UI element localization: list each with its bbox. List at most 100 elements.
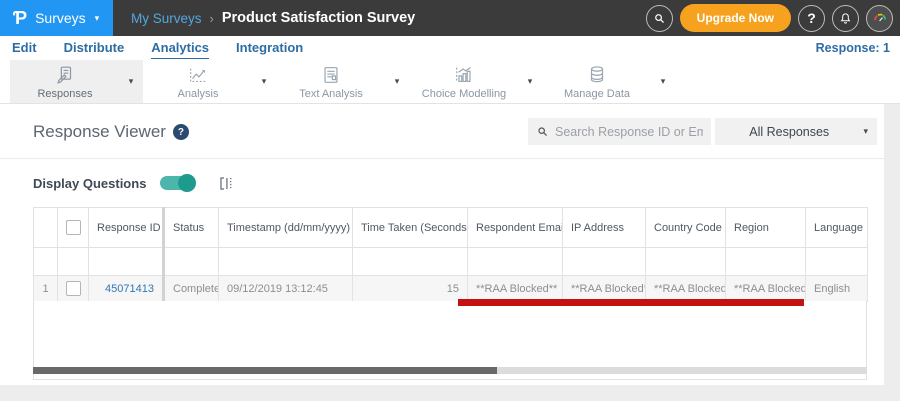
row-number-header: [33, 207, 58, 248]
toolbar-item-analysis: Analysis ▾: [143, 60, 276, 103]
search-input[interactable]: [555, 124, 703, 139]
col-header-response-id[interactable]: Response ID▼: [88, 207, 165, 248]
response-id-link[interactable]: 45071413: [88, 275, 165, 302]
response-viewer-page: { "glyphs": { "caret_down": "▾", "breadc…: [0, 0, 900, 401]
filter-cell[interactable]: [88, 247, 165, 276]
search-icon: [538, 127, 547, 136]
chevron-down-icon: ▾: [863, 126, 868, 136]
table-row: 1 45071413 Completed 09/12/2019 13:12:45…: [33, 275, 868, 302]
tab-integration[interactable]: Integration: [236, 38, 303, 58]
filter-cell[interactable]: [645, 247, 726, 276]
chevron-down-icon[interactable]: ▾: [253, 60, 275, 103]
topbar-actions: Upgrade Now ?: [645, 4, 900, 32]
filter-cell[interactable]: [725, 247, 806, 276]
tab-distribute[interactable]: Distribute: [64, 38, 125, 58]
surveys-menu[interactable]: Ƥ Surveys ▾: [0, 0, 113, 36]
tab-edit[interactable]: Edit: [12, 38, 37, 58]
chevron-down-icon[interactable]: ▾: [120, 60, 142, 103]
questionpro-logo: Ƥ: [13, 8, 28, 28]
chevron-down-icon[interactable]: ▾: [386, 60, 408, 103]
col-header-country-code[interactable]: Country Code: [645, 207, 726, 248]
filter-row: [33, 247, 868, 276]
col-header-respondent-email[interactable]: Respondent Email: [467, 207, 563, 248]
responses-filter-value: All Responses: [749, 124, 830, 139]
ip-address-cell: **RAA Blocked**: [562, 275, 646, 302]
surveys-menu-label: Surveys: [35, 10, 86, 26]
col-header-time-taken[interactable]: Time Taken (Seconds)⇅: [352, 207, 468, 248]
responses-table: Response ID▼ Status Timestamp (dd/mm/yyy…: [33, 207, 868, 302]
horizontal-scrollbar-thumb[interactable]: [33, 367, 497, 374]
analytics-toolbar: Responses ▾ Analysis ▾ Text Analysis ▾ C…: [0, 60, 900, 104]
response-search-box: [528, 118, 711, 145]
toggle-knob: [178, 174, 197, 192]
gauge-avatar-icon: [873, 13, 886, 22]
help-button[interactable]: ?: [798, 4, 825, 32]
page-title: Product Satisfaction Survey: [221, 10, 416, 26]
analysis-icon: [187, 64, 209, 86]
col-header-region[interactable]: Region: [725, 207, 806, 248]
responses-button[interactable]: Responses: [10, 60, 120, 103]
filter-cell: [33, 247, 58, 276]
chevron-down-icon[interactable]: ▾: [652, 60, 674, 103]
filter-cell[interactable]: [805, 247, 868, 276]
top-bar: Ƥ Surveys ▾ My Surveys › Product Satisfa…: [0, 0, 900, 36]
col-header-status[interactable]: Status: [163, 207, 219, 248]
time-taken-cell: 15: [352, 275, 468, 302]
search-icon: [654, 13, 664, 23]
avatar[interactable]: [866, 4, 893, 32]
response-count: Response: 1: [815, 41, 890, 55]
chevron-down-icon[interactable]: ▾: [519, 60, 541, 103]
filter-cell[interactable]: [562, 247, 646, 276]
breadcrumb: My Surveys › Product Satisfaction Survey: [131, 10, 415, 26]
tab-analytics[interactable]: Analytics: [151, 38, 210, 59]
breadcrumb-separator-icon: ›: [209, 10, 214, 26]
freeze-columns-button[interactable]: [218, 175, 235, 192]
breadcrumb-my-surveys[interactable]: My Surveys: [131, 11, 202, 26]
text-analysis-icon: [320, 64, 342, 86]
annotation-red-underline: [458, 299, 804, 306]
help-icon: ?: [807, 10, 816, 26]
filter-cell[interactable]: [467, 247, 563, 276]
search-button[interactable]: [645, 4, 673, 32]
freeze-columns-icon: [220, 176, 232, 190]
row-checkbox[interactable]: [66, 281, 81, 296]
bell-icon: [840, 12, 851, 24]
chevron-down-icon: ▾: [94, 12, 100, 23]
section-title: Response Viewer: [33, 122, 166, 141]
responses-icon: [54, 64, 76, 86]
response-viewer-panel: Response Viewer ? All Responses ▾ Displa…: [0, 104, 884, 385]
survey-nav-tabs: Edit Distribute Analytics Integration Re…: [0, 36, 900, 60]
toolbar-item-responses: Responses ▾: [10, 60, 143, 103]
filter-cell[interactable]: [218, 247, 353, 276]
notifications-button[interactable]: [832, 4, 859, 32]
responses-filter-dropdown[interactable]: All Responses ▾: [715, 118, 877, 145]
row-number: 1: [33, 275, 58, 302]
analysis-button[interactable]: Analysis: [143, 60, 253, 103]
select-all-cell: [57, 207, 89, 248]
choice-modelling-button[interactable]: Choice Modelling: [409, 60, 519, 103]
col-header-language[interactable]: Language: [805, 207, 868, 248]
text-analysis-button[interactable]: Text Analysis: [276, 60, 386, 103]
filter-cell: [57, 247, 89, 276]
region-cell: **RAA Blocked**: [725, 275, 806, 302]
horizontal-scrollbar[interactable]: [33, 367, 867, 374]
col-header-ip-address[interactable]: IP Address: [562, 207, 646, 248]
country-code-cell: **RAA Blocked**: [645, 275, 726, 302]
table-controls-row: Display Questions: [0, 160, 884, 206]
col-header-timestamp[interactable]: Timestamp (dd/mm/yyyy)⇅: [218, 207, 353, 248]
toolbar-item-manage-data: Manage Data ▾: [542, 60, 675, 103]
choice-modelling-icon: [453, 64, 475, 86]
manage-data-icon: [586, 64, 608, 86]
help-icon[interactable]: ?: [172, 124, 189, 140]
display-questions-toggle[interactable]: [160, 174, 197, 192]
filter-cell[interactable]: [163, 247, 219, 276]
filter-cell[interactable]: [352, 247, 468, 276]
toolbar-item-text-analysis: Text Analysis ▾: [276, 60, 409, 103]
status-cell: Completed: [163, 275, 219, 302]
manage-data-button[interactable]: Manage Data: [542, 60, 652, 103]
row-select-cell: [57, 275, 89, 302]
timestamp-cell: 09/12/2019 13:12:45: [218, 275, 353, 302]
upgrade-now-button[interactable]: Upgrade Now: [679, 4, 791, 32]
select-all-checkbox[interactable]: [66, 220, 81, 235]
toolbar-item-choice-modelling: Choice Modelling ▾: [409, 60, 542, 103]
